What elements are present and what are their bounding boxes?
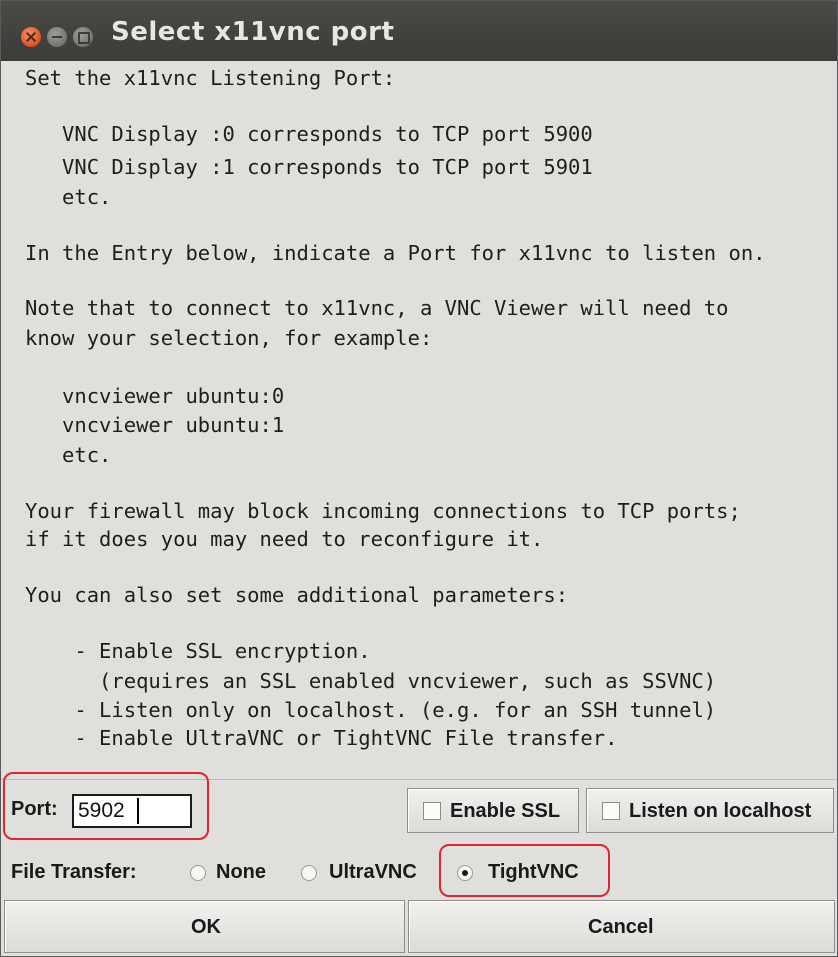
port-highlight-box xyxy=(3,772,209,840)
instructions-text: Set the x11vnc Listening Port: VNC Displ… xyxy=(1,61,837,779)
cancel-button-label: Cancel xyxy=(588,916,654,938)
message-line: Note that to connect to x11vnc, a VNC Vi… xyxy=(25,296,729,320)
message-line: (requires an SSL enabled vncviewer, such… xyxy=(25,669,717,693)
message-line: vncviewer ubuntu:0 xyxy=(25,384,285,408)
maximize-window-icon[interactable] xyxy=(73,27,93,47)
radio-none-label: None xyxy=(216,861,266,883)
listen-localhost-check-icon xyxy=(602,802,620,820)
file-transfer-label: File Transfer: xyxy=(11,861,137,883)
tightvnc-highlight-box xyxy=(439,844,610,897)
message-line: VNC Display :1 corresponds to TCP port 5… xyxy=(25,155,593,179)
radio-ultravnc-icon xyxy=(301,865,317,881)
message-line: You can also set some additional paramet… xyxy=(25,583,569,607)
radio-none-icon xyxy=(190,865,206,881)
message-line: - Listen only on localhost. (e.g. for an… xyxy=(25,698,717,722)
close-window-icon[interactable] xyxy=(21,27,41,47)
listen-localhost-label: Listen on localhost xyxy=(629,800,812,822)
message-line: Set the x11vnc Listening Port: xyxy=(25,66,396,90)
enable-ssl-checkbox[interactable]: Enable SSL xyxy=(407,788,579,833)
message-line: etc. xyxy=(25,185,112,209)
message-line: know your selection, for example: xyxy=(25,326,433,350)
listen-localhost-checkbox[interactable]: Listen on localhost xyxy=(586,788,834,833)
cancel-button[interactable]: Cancel xyxy=(408,900,835,953)
message-line: - Enable SSL encryption. xyxy=(25,639,371,663)
message-line: if it does you may need to reconfigure i… xyxy=(25,527,544,551)
enable-ssl-label: Enable SSL xyxy=(450,800,561,822)
ok-button[interactable]: OK xyxy=(4,900,405,953)
message-line: vncviewer ubuntu:1 xyxy=(25,413,285,437)
message-line: In the Entry below, indicate a Port for … xyxy=(25,241,766,265)
dialog-window: Select x11vnc port Set the x11vnc Listen… xyxy=(0,0,838,957)
title-bar: Select x11vnc port xyxy=(1,1,837,61)
message-line: Your firewall may block incoming connect… xyxy=(25,499,741,523)
window-title: Select x11vnc port xyxy=(111,17,395,47)
ok-button-label: OK xyxy=(191,916,221,938)
message-line: - Enable UltraVNC or TightVNC File trans… xyxy=(25,726,618,750)
message-line: VNC Display :0 corresponds to TCP port 5… xyxy=(25,122,593,146)
minimize-window-icon[interactable] xyxy=(47,27,67,47)
enable-ssl-check-icon xyxy=(423,802,441,820)
radio-ultravnc-label: UltraVNC xyxy=(329,861,417,883)
message-line: etc. xyxy=(25,443,112,467)
